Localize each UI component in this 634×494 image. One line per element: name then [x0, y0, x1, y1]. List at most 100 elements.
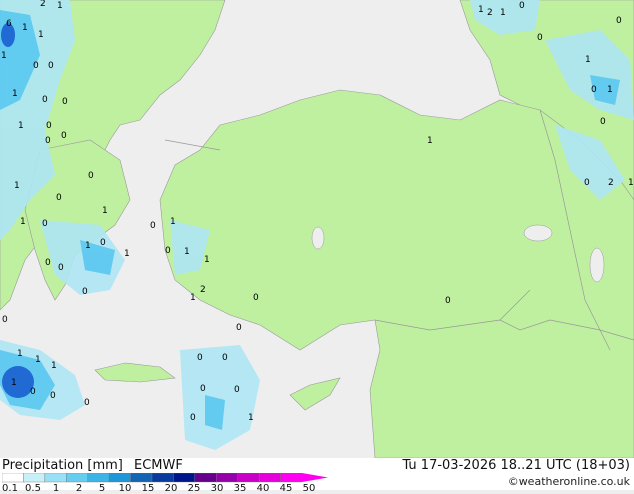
legend-color-bar [2, 473, 328, 483]
precip-amount-label: 0 [45, 136, 51, 146]
legend-swatch [280, 473, 303, 483]
precip-amount-label: 0 [600, 117, 606, 127]
precip-amount-label: 1 [248, 413, 254, 423]
precip-amount-label: 0 [165, 246, 171, 256]
precipitation-map: 2 1 1 02 16 10110 00110 01 00100001 0 2 10111 00110 0… [0, 0, 634, 458]
precip-amount-label: 0 [222, 353, 228, 363]
precip-amount-label: 0 [2, 315, 8, 325]
lake-tuz [311, 226, 325, 250]
precip-amount-label: 1 [18, 121, 24, 131]
legend-swatch [194, 473, 217, 483]
precip-amount-label: 0 [150, 221, 156, 231]
precip-amount-label: 0 [42, 219, 48, 229]
legend-tick-label: 10 [118, 483, 132, 494]
precip-amount-label: 1 [204, 255, 210, 265]
precip-amount-label: 1 [35, 355, 41, 365]
precip-amount-label: 0 [30, 387, 36, 397]
precip-amount-label: 1 [51, 361, 57, 371]
legend-tick-label: 45 [279, 483, 293, 494]
legend-tick-label: 25 [187, 483, 201, 494]
precip-amount-label: 1 [184, 247, 190, 257]
legend-swatch [108, 473, 131, 483]
precip-amount-label: 1 [427, 136, 433, 146]
precip-amount-label: 0 [100, 238, 106, 248]
legend-tick-label: 0.5 [25, 483, 41, 494]
precip-amount-label: 0 [62, 97, 68, 107]
precip-amount-label: 1 [124, 249, 130, 259]
color-legend: 0.1 0.5 1 2 5 10 15 20 25 30 35 40 45 50 [2, 473, 332, 494]
precip-amount-label: 0 [61, 131, 67, 141]
legend-swatch [44, 473, 67, 483]
precip-amount-label: 2 [40, 0, 46, 9]
precip-amount-label: 1 [57, 1, 63, 11]
model-name: ECMWF [134, 458, 183, 473]
precip-amount-label: 1 [38, 30, 44, 40]
legend-swatch [258, 473, 281, 483]
precip-amount-label: 0 [84, 398, 90, 408]
precip-amount-label: 0 [82, 287, 88, 297]
precip-amount-label: 1 [1, 51, 7, 61]
precip-amount-label: 0 [591, 85, 597, 95]
precip-amount-label: 0 [537, 33, 543, 43]
precip-amount-label: 0 [190, 413, 196, 423]
precip-amount-label: 0 [46, 121, 52, 131]
precip-amount-label: 1 [22, 23, 28, 33]
precip-amount-label: 0 [56, 193, 62, 203]
valid-datetime: Tu 17-03-2026 18..21 UTC (18+03) [402, 458, 630, 473]
legend-tick-label: 15 [141, 483, 155, 494]
precip-amount-label: 0 [33, 61, 39, 71]
legend-swatch [2, 473, 24, 483]
legend-swatch [237, 473, 260, 483]
precip-amount-label: 6 [6, 19, 12, 29]
legend-tick-label: 40 [256, 483, 270, 494]
legend-tick-label: 5 [98, 483, 106, 494]
precip-amount-label: 0 [50, 391, 56, 401]
precip-amount-label: 1 [190, 293, 196, 303]
precip-amount-label: 0 [45, 258, 51, 268]
legend-swatch [173, 473, 196, 483]
footer-bar: Precipitation [mm] ECMWF Tu 17-03-2026 1… [0, 458, 634, 494]
precip-amount-label: 0 [200, 384, 206, 394]
precip-amount-label: 0 [616, 16, 622, 26]
precip-amount-label: 1 [12, 89, 18, 99]
precip-amount-label: 0 [234, 385, 240, 395]
precip-amount-label: 1 [85, 241, 91, 251]
precip-amount-label: 1 [17, 349, 23, 359]
legend-swatch [87, 473, 110, 483]
legend-swatch [23, 473, 46, 483]
precip-amount-label: 2 [200, 285, 206, 295]
precip-amount-label: 1 [607, 85, 613, 95]
legend-tick-label: 50 [302, 483, 316, 494]
legend-tick-label: 30 [210, 483, 224, 494]
precip-amount-label: 2 [608, 178, 614, 188]
precip-amount-label: 1 [11, 378, 17, 388]
legend-swatch [66, 473, 88, 483]
precip-amount-label: 1 [14, 181, 20, 191]
precip-amount-label: 2 [487, 8, 493, 18]
map-title: Precipitation [mm] [2, 458, 123, 473]
precip-amount-label: 1 [500, 8, 506, 18]
legend-swatch [216, 473, 238, 483]
legend-overflow-arrow [302, 473, 328, 482]
precip-amount-label: 0 [88, 171, 94, 181]
precip-amount-label: 0 [519, 1, 525, 11]
precip-amount-label: 0 [253, 293, 259, 303]
legend-tick-label: 0.1 [2, 483, 18, 494]
lake-urmia [589, 247, 605, 283]
legend-tick-label: 20 [164, 483, 178, 494]
precip-amount-label: 1 [585, 55, 591, 65]
legend-tick-label: 2 [75, 483, 83, 494]
precip-amount-label: 1 [20, 217, 26, 227]
precip-amount-label: 0 [42, 95, 48, 105]
legend-swatch [151, 473, 174, 483]
precip-amount-label: 0 [236, 323, 242, 333]
legend-tick-label: 35 [233, 483, 247, 494]
lake-van [523, 224, 553, 242]
precip-amount-label: 0 [197, 353, 203, 363]
credit-text: ©weatheronline.co.uk [507, 475, 630, 488]
precip-amount-label: 0 [445, 296, 451, 306]
precip-amount-label: 0 [584, 178, 590, 188]
legend-tick-label: 1 [52, 483, 60, 494]
precip-amount-label: 1 [478, 5, 484, 15]
precip-amount-label: 1 [170, 217, 176, 227]
